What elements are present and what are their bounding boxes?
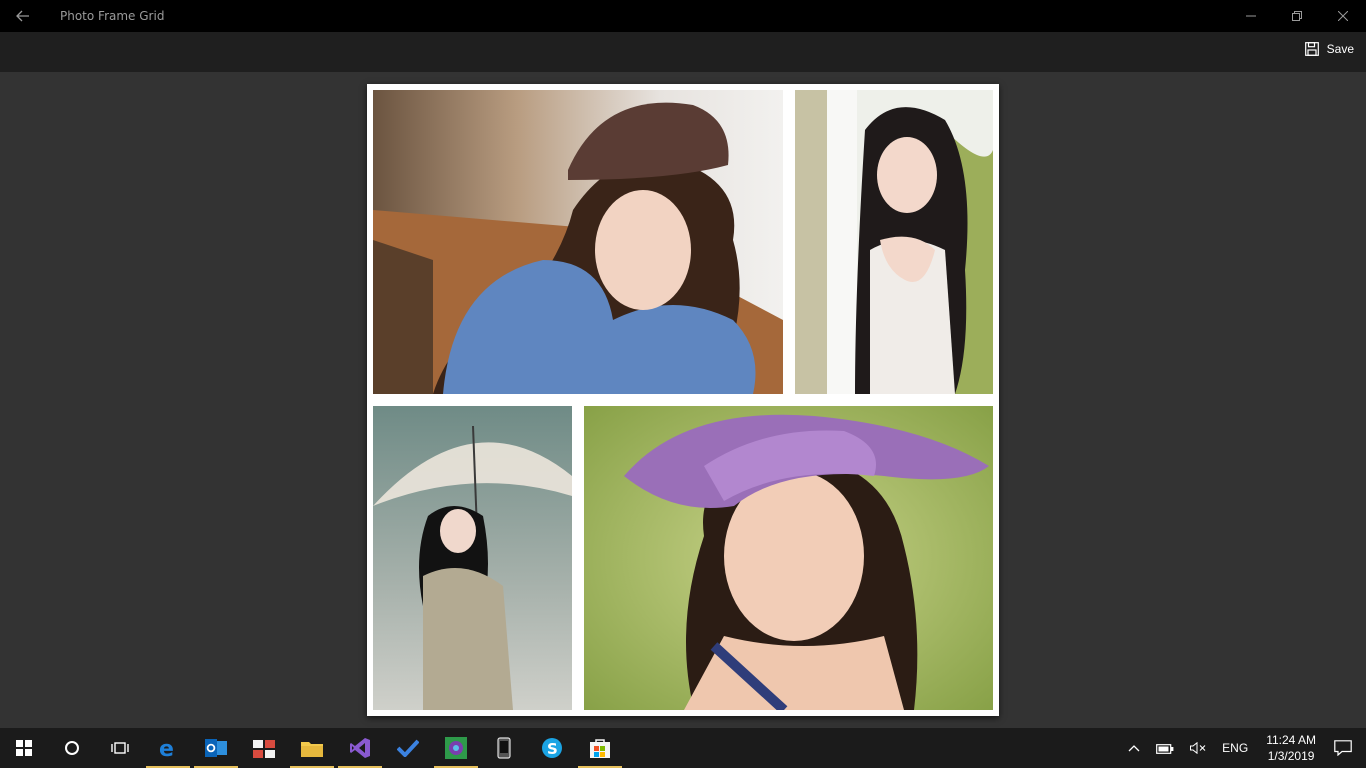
start-icon — [16, 740, 32, 756]
woman-knit-hat-photo — [373, 90, 783, 394]
visual-studio-icon — [350, 738, 370, 758]
restore-icon — [1292, 11, 1302, 21]
volume-muted-icon — [1190, 742, 1206, 754]
window-controls — [1228, 0, 1366, 32]
action-center-button[interactable] — [1326, 728, 1366, 768]
close-button[interactable] — [1320, 0, 1366, 32]
battery-button[interactable] — [1148, 728, 1182, 768]
cortana-button[interactable] — [48, 728, 96, 768]
edge-icon: e — [159, 737, 174, 759]
notification-icon — [1334, 740, 1352, 756]
taskbar-skype[interactable]: S — [528, 728, 576, 768]
title-bar: Photo Frame Grid — [0, 0, 1366, 32]
collage-canvas — [0, 72, 1366, 728]
taskbar-photo-frame-app[interactable] — [432, 728, 480, 768]
taskbar-todo[interactable] — [384, 728, 432, 768]
photo-top-left[interactable] — [373, 90, 783, 394]
taskbar-file-explorer[interactable] — [288, 728, 336, 768]
todo-check-icon — [397, 739, 419, 757]
chevron-up-icon — [1128, 745, 1140, 752]
outlook-icon — [205, 739, 227, 757]
app-command-bar: Save — [0, 32, 1366, 72]
show-hidden-icons-button[interactable] — [1120, 728, 1148, 768]
svg-text:e: e — [159, 737, 174, 759]
close-icon — [1338, 11, 1348, 21]
woman-with-umbrella-photo — [373, 406, 572, 710]
save-button[interactable]: Save — [1304, 42, 1354, 56]
photo-frame-app-icon — [445, 737, 467, 759]
clock[interactable]: 11:24 AM 1/3/2019 — [1256, 732, 1326, 764]
collage-frame — [367, 84, 999, 716]
photo-bottom-right[interactable] — [584, 406, 993, 710]
language-label: ENG — [1222, 741, 1249, 755]
minimize-icon — [1246, 15, 1256, 17]
taskbar-visual-studio[interactable] — [336, 728, 384, 768]
store-icon — [590, 739, 610, 758]
save-label: Save — [1326, 42, 1354, 56]
restore-button[interactable] — [1274, 0, 1320, 32]
task-view-icon — [111, 742, 129, 754]
cortana-icon — [65, 741, 79, 755]
clock-date: 1/3/2019 — [1267, 749, 1315, 763]
taskbar-outlook[interactable] — [192, 728, 240, 768]
start-button[interactable] — [0, 728, 48, 768]
taskbar: e S ENG 11:24 AM 1/3/2019 — [0, 728, 1366, 768]
battery-icon — [1156, 744, 1174, 754]
floppy-disk-icon — [1304, 42, 1319, 56]
back-button[interactable] — [0, 0, 46, 32]
app-window: Photo Frame Grid Save e S ENG 11:24 AM 1… — [0, 0, 1366, 768]
photo-top-right[interactable] — [795, 90, 993, 394]
file-explorer-icon — [301, 742, 323, 757]
taskbar-edge[interactable]: e — [144, 728, 192, 768]
taskbar-calculator-app[interactable] — [240, 728, 288, 768]
task-view-button[interactable] — [96, 728, 144, 768]
clock-time: 11:24 AM — [1266, 733, 1316, 747]
window-title: Photo Frame Grid — [60, 9, 165, 23]
taskbar-store[interactable] — [576, 728, 624, 768]
photo-bottom-left[interactable] — [373, 406, 572, 710]
woman-by-window-photo — [795, 90, 993, 394]
minimize-button[interactable] — [1228, 0, 1274, 32]
phone-icon — [497, 737, 511, 759]
taskbar-phone[interactable] — [480, 728, 528, 768]
volume-button[interactable] — [1182, 728, 1214, 768]
woman-purple-sun-hat-photo — [584, 406, 993, 710]
skype-icon: S — [542, 738, 562, 758]
system-tray: ENG 11:24 AM 1/3/2019 — [1120, 728, 1366, 768]
calculator-tiles-icon — [253, 740, 275, 758]
back-arrow-icon — [16, 10, 29, 22]
language-indicator[interactable]: ENG — [1214, 728, 1256, 768]
svg-text:S: S — [547, 740, 558, 758]
